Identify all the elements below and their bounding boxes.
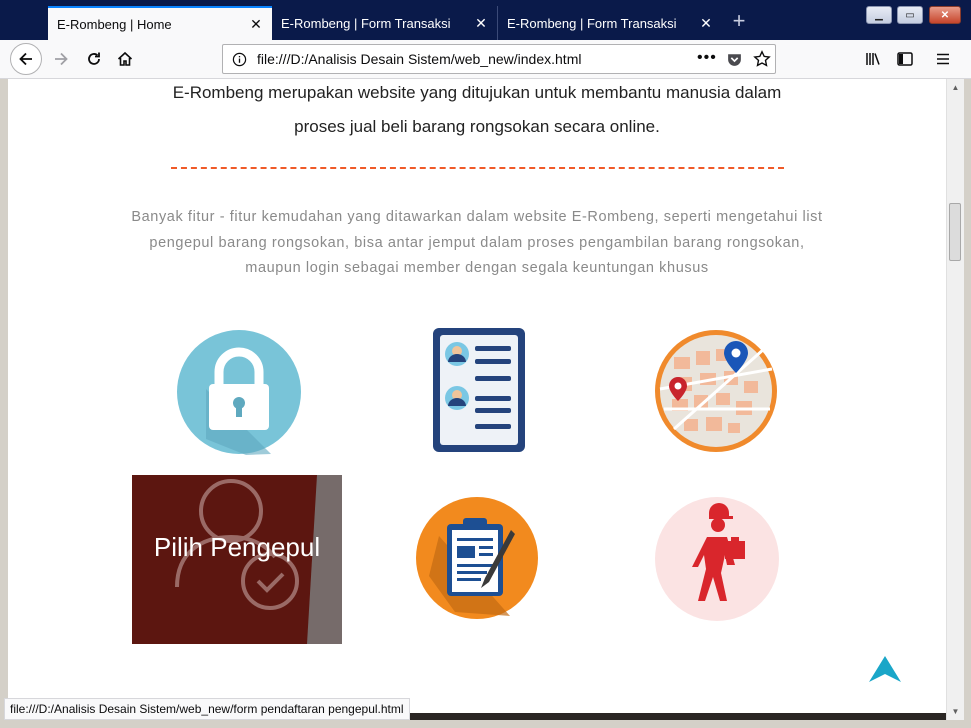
reload-button[interactable] <box>83 48 105 70</box>
scroll-thumb[interactable] <box>949 203 961 261</box>
window-frame-left <box>0 79 8 728</box>
arrow-right-icon <box>55 52 68 66</box>
map-location-icon <box>655 330 777 452</box>
tab-form-transaksi-1[interactable]: E-Rombeng | Form Transaksi ✕ <box>272 6 497 40</box>
tab-label: E-Rombeng | Form Transaksi <box>281 15 451 31</box>
tab-label: E-Rombeng | Form Transaksi <box>507 15 677 31</box>
library-button[interactable] <box>862 48 884 70</box>
vertical-scrollbar[interactable]: ▲ ▼ <box>946 79 964 720</box>
next-section-edge <box>408 713 946 720</box>
close-tab-icon[interactable]: ✕ <box>246 14 266 34</box>
window-frame-bottom <box>0 720 971 728</box>
tab-form-transaksi-2[interactable]: E-Rombeng | Form Transaksi ✕ <box>497 6 722 40</box>
close-tab-icon[interactable]: ✕ <box>696 13 716 33</box>
feature-login[interactable] <box>176 329 302 455</box>
intro-text-line1: E-Rombeng merupakan website yang ditujuk… <box>172 83 782 102</box>
delivery-courier-icon <box>655 497 779 621</box>
home-icon <box>117 51 133 66</box>
form-clipboard-icon <box>416 497 538 619</box>
features-description: Banyak fitur - fitur kemudahan yang dita… <box>108 205 846 282</box>
arrow-up-icon <box>869 656 901 682</box>
forward-button[interactable] <box>50 48 72 70</box>
arrow-left-icon <box>19 52 32 66</box>
menu-button[interactable] <box>932 48 954 70</box>
close-window-button[interactable]: ✕ <box>929 6 961 24</box>
sidebar-icon <box>897 52 913 66</box>
feature-map[interactable] <box>654 329 778 453</box>
intro-text-line2: proses jual beli barang rongsokan secara… <box>294 117 660 136</box>
hover-card-title: Pilih Pengepul <box>153 532 321 562</box>
sidebar-button[interactable] <box>894 48 916 70</box>
features-line1: Banyak fitur - fitur kemudahan yang dita… <box>131 209 823 225</box>
back-to-top-button[interactable] <box>867 654 903 686</box>
reload-icon <box>88 52 100 65</box>
new-tab-button[interactable]: + <box>728 10 750 32</box>
maximize-button[interactable]: ▭ <box>897 6 923 24</box>
member-list-icon <box>433 328 525 452</box>
library-icon <box>866 53 880 65</box>
feature-transaction-form[interactable] <box>415 496 539 620</box>
features-line3: maupun login sebagai member dengan segal… <box>245 260 709 276</box>
lock-icon <box>177 330 301 455</box>
feature-pickup-delivery[interactable] <box>655 497 779 621</box>
url-bar[interactable]: file:///D:/Analisis Desain Sistem/web_ne… <box>222 44 776 74</box>
features-line2: pengepul barang rongsokan, bisa antar je… <box>149 234 805 251</box>
home-button[interactable] <box>114 48 136 70</box>
page-viewport: E-Rombeng merupakan website yang ditujuk… <box>8 79 946 720</box>
tab-home[interactable]: E-Rombeng | Home ✕ <box>48 6 272 40</box>
navigation-toolbar: file:///D:/Analisis Desain Sistem/web_ne… <box>0 40 971 79</box>
status-bar-link-url: file:///D:/Analisis Desain Sistem/web_ne… <box>4 698 410 720</box>
feature-member-list[interactable] <box>431 326 527 454</box>
back-button[interactable] <box>10 43 42 75</box>
dashed-divider <box>171 167 784 169</box>
tab-label: E-Rombeng | Home <box>57 16 172 32</box>
minimize-button[interactable]: ▁ <box>866 6 892 24</box>
bookmark-star-icon[interactable] <box>753 50 771 68</box>
pocket-icon[interactable] <box>726 51 743 68</box>
url-text: file:///D:/Analisis Desain Sistem/web_ne… <box>257 51 582 67</box>
window-frame-right <box>963 79 971 728</box>
scroll-up-icon[interactable]: ▲ <box>947 79 964 96</box>
scroll-down-icon[interactable]: ▼ <box>947 703 964 720</box>
browser-titlebar: E-Rombeng | Home ✕ E-Rombeng | Form Tran… <box>0 0 971 40</box>
info-icon <box>232 52 247 67</box>
hamburger-menu-icon <box>937 53 949 65</box>
page-actions-icon[interactable]: ••• <box>697 49 717 67</box>
close-tab-icon[interactable]: ✕ <box>471 13 491 33</box>
feature-pilih-pengepul[interactable]: Pilih Pengepul <box>132 475 342 644</box>
